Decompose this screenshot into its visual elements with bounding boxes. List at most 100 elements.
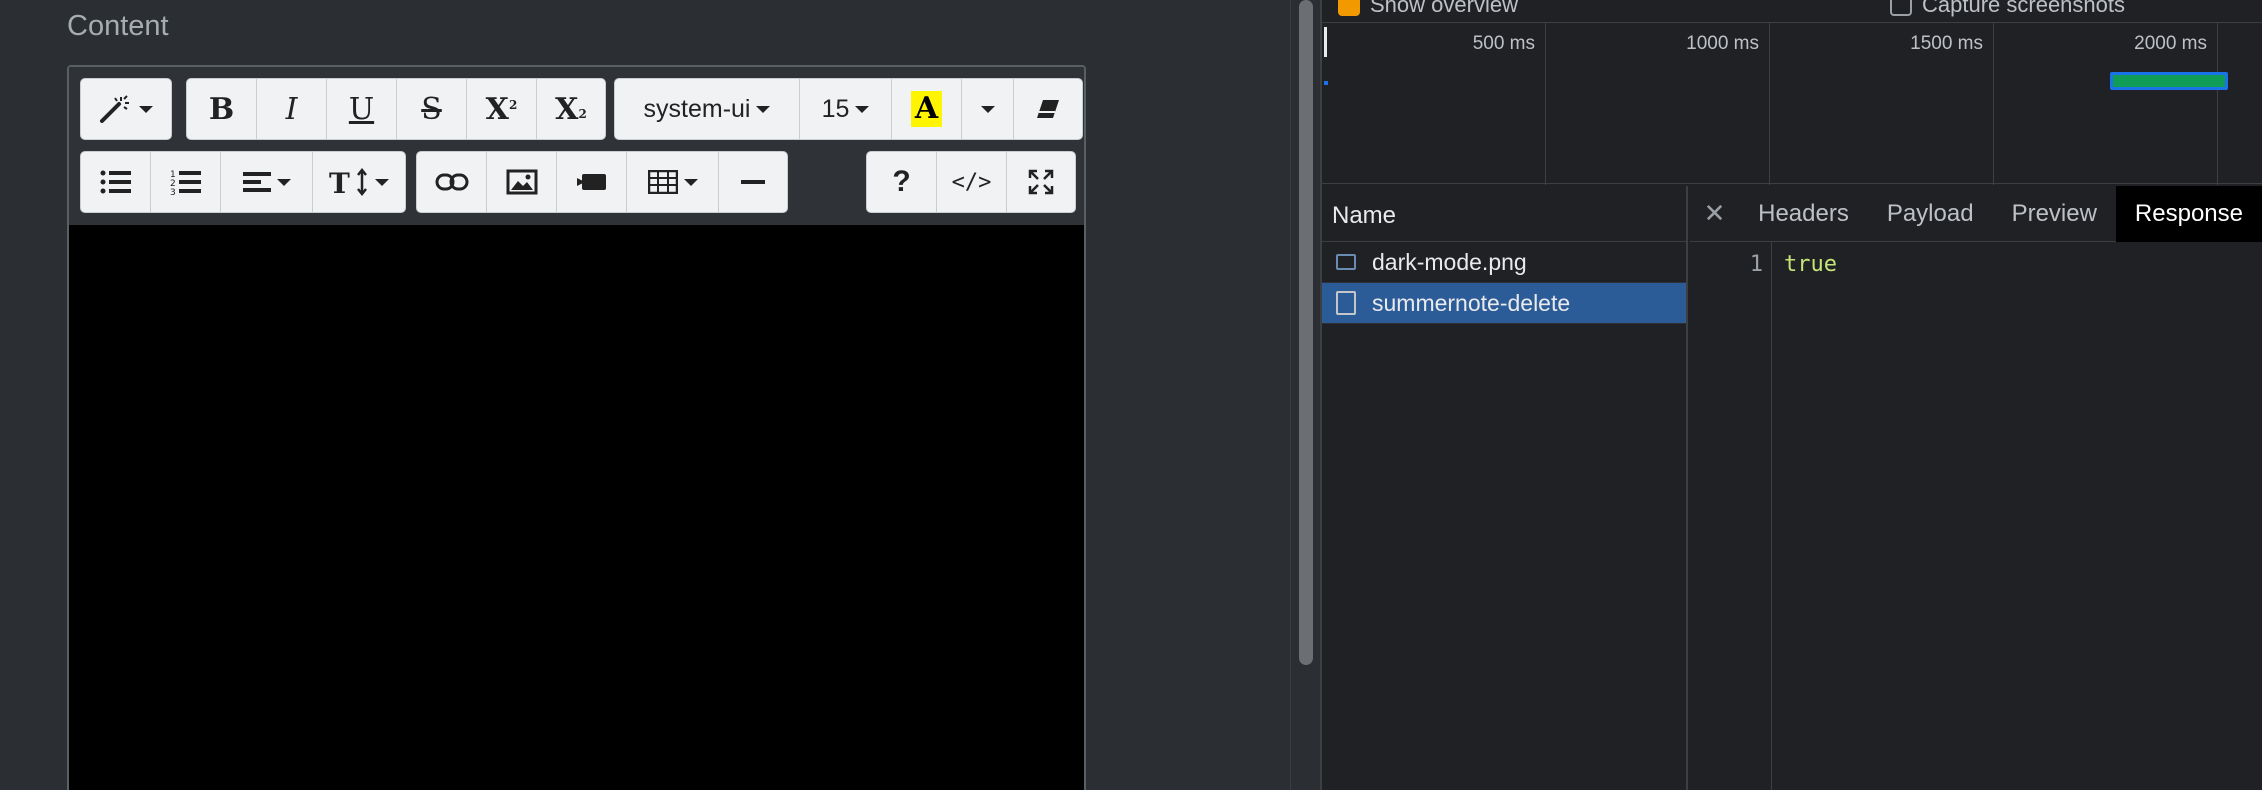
tab-payload[interactable]: Payload <box>1868 186 1993 242</box>
request-name: summernote-delete <box>1372 289 1571 316</box>
help-button[interactable]: ? <box>867 152 937 212</box>
tab-headers[interactable]: Headers <box>1739 186 1868 242</box>
style-button[interactable] <box>81 79 171 139</box>
name-column-header[interactable]: Name <box>1322 186 1686 242</box>
numbered-list-icon: 1 2 3 <box>170 170 201 196</box>
paragraph-align-dropdown[interactable] <box>221 152 313 212</box>
tab-preview[interactable]: Preview <box>1993 186 2116 242</box>
unordered-list-button[interactable] <box>81 152 151 212</box>
insert-image-button[interactable] <box>487 152 557 212</box>
svg-text:3: 3 <box>170 188 176 196</box>
overview-options: Show overview Capture screenshots <box>1322 0 2262 22</box>
request-row-dark-mode[interactable]: dark-mode.png <box>1322 242 1686 283</box>
content-label: Content <box>67 10 169 42</box>
image-icon <box>506 169 537 195</box>
image-file-icon <box>1336 254 1356 270</box>
timeline-dot <box>1324 81 1328 85</box>
capture-screenshots-label: Capture screenshots <box>1922 0 2125 17</box>
editor-content-area[interactable] <box>69 225 1084 790</box>
strikethrough-button[interactable]: S <box>397 79 467 139</box>
font-style-group: B I U S X2 X2 <box>186 78 606 140</box>
chevron-down-icon <box>375 178 389 186</box>
chevron-down-icon <box>980 105 995 113</box>
chevron-down-icon <box>756 105 771 113</box>
clear-format-button[interactable] <box>1014 79 1082 139</box>
insert-video-button[interactable] <box>557 152 627 212</box>
video-icon <box>576 174 606 190</box>
eraser-icon <box>1037 100 1059 118</box>
line-number-gutter: 1 <box>1690 242 1772 790</box>
show-overview-checkbox[interactable]: Show overview <box>1338 0 1518 18</box>
network-requests-area: Name dark-mode.png summernote-delete ✕ H… <box>1322 185 2262 790</box>
request-detail-pane: ✕ Headers Payload Preview Response 1 tru… <box>1690 185 2262 790</box>
network-overview-timeline[interactable]: 500 ms 1000 ms 1500 ms 2000 ms <box>1322 22 2262 185</box>
font-family-dropdown[interactable]: system-ui <box>615 79 800 139</box>
checkbox-checked-icon <box>1338 0 1360 16</box>
timeline-start-marker <box>1324 27 1327 57</box>
font-family-value: system-ui <box>643 94 751 123</box>
tick-label: 2000 ms <box>2134 33 2207 54</box>
italic-button[interactable]: I <box>257 79 327 139</box>
line-number: 1 <box>1749 252 1763 277</box>
ordered-list-button[interactable]: 1 2 3 <box>151 152 221 212</box>
horizontal-rule-icon <box>741 180 765 184</box>
response-line: true <box>1784 252 1837 277</box>
capture-screenshots-checkbox[interactable]: Capture screenshots <box>1890 0 2125 18</box>
insert-group <box>416 151 788 213</box>
request-name: dark-mode.png <box>1372 248 1527 275</box>
highlight-color-button[interactable]: A <box>892 79 962 139</box>
highlight-letter: A <box>910 91 943 127</box>
chevron-down-icon <box>683 178 698 186</box>
insert-table-dropdown[interactable] <box>627 152 719 212</box>
paragraph-group: 1 2 3 T <box>80 151 406 213</box>
bullet-list-icon <box>100 170 131 194</box>
underline-button[interactable]: U <box>327 79 397 139</box>
tick-label: 1000 ms <box>1686 33 1759 54</box>
scrollbar-thumb[interactable] <box>1299 0 1313 665</box>
checkbox-unchecked-icon <box>1890 0 1912 16</box>
tick-line <box>1993 23 1994 185</box>
detail-tab-bar: ✕ Headers Payload Preview Response <box>1690 185 2262 242</box>
chevron-down-icon <box>855 105 870 113</box>
horizontal-rule-button[interactable] <box>719 152 787 212</box>
response-viewer[interactable]: 1 true <box>1690 242 2262 790</box>
tick-label: 500 ms <box>1472 33 1535 54</box>
font-size-value: 15 <box>821 94 850 123</box>
chevron-down-icon <box>139 105 153 113</box>
font-group: system-ui 15 A <box>614 78 1083 140</box>
superscript-label: X <box>485 91 509 127</box>
tick-line <box>1769 23 1770 185</box>
show-overview-label: Show overview <box>1370 0 1518 17</box>
tick-label: 1500 ms <box>1910 33 1983 54</box>
document-file-icon <box>1336 291 1356 315</box>
fullscreen-button[interactable] <box>1007 152 1075 212</box>
view-group: ? </> <box>866 151 1076 213</box>
request-list: Name dark-mode.png summernote-delete <box>1322 186 1688 790</box>
tick-line <box>2217 23 2218 185</box>
chevron-down-icon <box>276 178 291 186</box>
align-left-icon <box>242 172 271 192</box>
timeline-request-bar <box>2110 72 2228 90</box>
superscript-button[interactable]: X2 <box>467 79 537 139</box>
request-row-summernote-delete[interactable]: summernote-delete <box>1322 283 1686 324</box>
subscript-label: X <box>555 91 579 127</box>
bold-button[interactable]: B <box>187 79 257 139</box>
editor-toolbar: B I U S X2 X2 system-ui 15 A 1 2 3 T ? <… <box>69 67 1084 225</box>
page-scrollbar[interactable] <box>1290 0 1320 790</box>
tick-line <box>1545 23 1546 185</box>
screen: Content B I U S X 2 X 2 system-ui 15 A 1… <box>0 0 2262 790</box>
insert-link-button[interactable] <box>417 152 487 212</box>
page-content: Content B I U S X 2 X 2 system-ui 15 A 1… <box>0 0 1290 790</box>
magic-wand-icon <box>100 95 129 123</box>
text-height-icon: T <box>329 168 367 196</box>
code-view-button[interactable]: </> <box>937 152 1007 212</box>
line-height-dropdown[interactable]: T <box>313 152 405 212</box>
devtools-network-panel: Show overview Capture screenshots 500 ms… <box>1320 0 2262 790</box>
subscript-button[interactable]: X2 <box>537 79 605 139</box>
color-dropdown-button[interactable] <box>962 79 1014 139</box>
style-group <box>80 78 172 140</box>
close-icon[interactable]: ✕ <box>1690 198 1739 229</box>
fullscreen-icon <box>1028 169 1054 195</box>
tab-response[interactable]: Response <box>2115 185 2262 242</box>
font-size-dropdown[interactable]: 15 <box>800 79 892 139</box>
